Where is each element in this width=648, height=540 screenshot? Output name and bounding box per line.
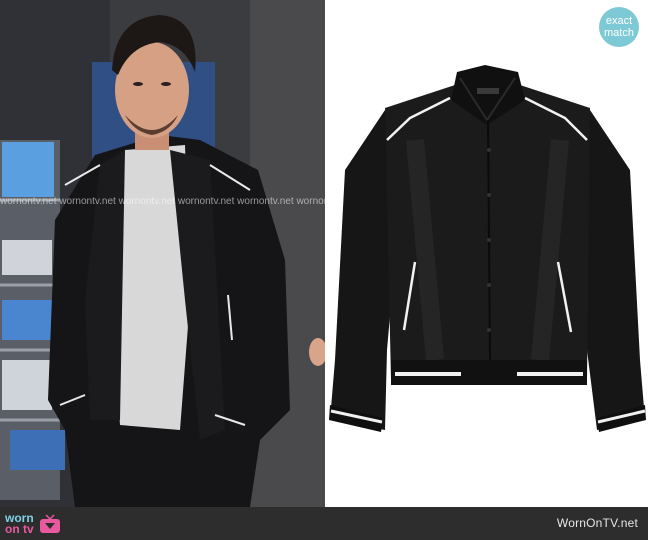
footer-bar: worn on tv WornOnTV.net xyxy=(0,507,648,540)
exact-match-badge: exact match xyxy=(599,7,639,47)
tv-icon xyxy=(39,514,60,533)
logo-line2: on tv xyxy=(5,522,34,536)
actor-photo: wornontv.net wornontv.net wornontv.net w… xyxy=(0,0,325,507)
watermark-text: wornontv.net wornontv.net wornontv.net w… xyxy=(0,196,325,207)
badge-line1: exact xyxy=(605,15,633,27)
jacket-product-illustration xyxy=(329,65,646,432)
product-image xyxy=(325,0,648,507)
badge-line2: match xyxy=(604,27,634,39)
actor-photo-illustration xyxy=(0,0,325,507)
footer-site-name: WornOnTV.net xyxy=(556,516,638,530)
wornontv-logo[interactable]: worn on tv xyxy=(5,511,61,537)
